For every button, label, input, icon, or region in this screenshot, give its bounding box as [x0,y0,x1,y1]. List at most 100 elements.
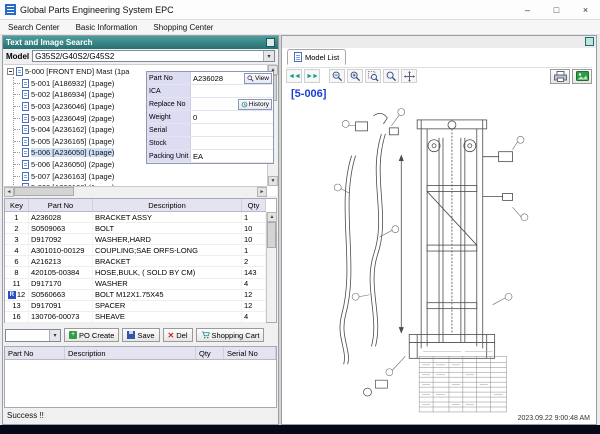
tree-item[interactable]: 5-007 [A236163] (1page) [6,170,265,182]
cell-key: 6 [5,256,29,267]
model-row: Model ▾ [3,49,278,63]
table-row[interactable]: 8 420105-00384 HOSE,BULK, ( SOLD BY CM) 143 [5,267,266,279]
menu-basic-information[interactable]: Basic Information [76,23,138,32]
column-header-key[interactable]: Key [5,199,29,211]
delete-button[interactable]: ✕ Del [162,328,193,342]
cell-qty: 10 [242,223,266,234]
document-icon [22,148,29,158]
panel-options-icon[interactable] [266,38,275,47]
scroll-up-icon[interactable]: ▲ [267,212,277,222]
shopping-cart-button[interactable]: Shopping Cart [195,328,265,342]
column-header-qty[interactable]: Qty [242,199,266,211]
table-row[interactable]: 4 A301010-00129 COUPLING;SAE ORFS-LONG 1 [5,245,266,257]
tree-item-label: 5-006 [A236050] (2page) [31,160,115,170]
cell-key: 8 [5,267,29,278]
column-header-part-no[interactable]: Part No [29,199,93,211]
cell-key: 16 [5,311,29,322]
chevron-down-icon[interactable]: ▾ [49,329,60,341]
cell-description: BOLT [93,223,242,234]
zoom-in-icon [350,71,360,81]
detail-row: Part No A236028 View [147,72,273,85]
table-row[interactable]: 3 D917092 WASHER,HARD 10 [5,234,266,246]
tree-horizontal-scrollbar[interactable]: ◄ ► [4,186,267,197]
plus-icon: + [69,331,77,339]
combobox-value [6,330,49,341]
text-image-search-panel: Text and Image Search Model ▾ 5-000 [FRO… [2,35,279,425]
zoom-fit-button[interactable] [383,69,399,83]
filter-combobox[interactable]: ▾ [5,328,61,342]
table-row[interactable]: 16 130706-00073 SHEAVE 4 [5,311,266,323]
zoom-in-button[interactable] [347,69,363,83]
printer-icon [553,70,567,82]
cell-qty: 143 [242,267,266,278]
column-header-description[interactable]: Description [93,199,242,211]
print-button[interactable] [550,68,570,84]
cell-description: WASHER,HARD [93,234,242,245]
collapse-icon[interactable] [7,68,14,76]
detail-value: A236028 [193,73,224,83]
cell-part-no: D917091 [29,300,93,311]
close-button[interactable]: × [571,0,600,20]
scroll-thumb[interactable] [267,222,276,248]
scroll-left-icon[interactable]: ◄ [4,187,14,197]
pan-icon [403,70,415,82]
cell-description: SPACER [93,300,242,311]
document-icon [22,160,29,170]
table-row[interactable]: 13 D917091 SPACER 12 [5,300,266,312]
document-icon [22,90,29,100]
scroll-thumb[interactable] [14,187,74,196]
table-row[interactable]: 2 S0509063 BOLT 10 [5,223,266,235]
table-row-highlighted[interactable]: R 12 S0560663 BOLT M12X1.75X45 12 [5,289,266,301]
detail-value: 0 [193,112,198,122]
tree-item-label: 5-004 [A236162] (1page) [31,125,115,135]
zoom-out-button[interactable] [329,69,345,83]
column-header-description[interactable]: Description [65,347,196,359]
model-input[interactable] [33,51,263,61]
column-header-serial-no[interactable]: Serial No [224,347,276,359]
save-button[interactable]: Save [122,328,160,342]
table-row[interactable]: 6 A216213 BRACKET 2 [5,256,266,268]
title-bar: Global Parts Engineering System EPC – □ … [0,0,600,20]
zoom-area-button[interactable] [365,69,381,83]
table-row[interactable]: 11 D917170 WASHER 4 [5,278,266,290]
cell-description: BRACKET [93,256,242,267]
tree-item-label: 5-005 [A236165] (1page) [31,136,115,146]
zoom-fit-icon [386,71,396,81]
prev-page-button[interactable]: ◄◄ [286,69,302,83]
detail-value: EA [193,151,204,161]
detail-label: Stock [147,137,191,149]
maximize-button[interactable]: □ [542,0,571,20]
document-icon [22,78,29,88]
scroll-down-icon[interactable]: ▼ [268,176,278,186]
cell-key: 1 [5,212,29,223]
tree-connector-icon [14,129,20,131]
status-text: Success !! [7,411,44,420]
model-combobox[interactable]: ▾ [32,50,275,62]
cell-key: 3 [5,234,29,245]
detail-value [191,85,273,97]
tree-connector-icon [14,175,20,177]
detail-label: Part No [147,72,191,84]
panel-toggle-icon[interactable] [585,37,594,46]
menu-shopping-center[interactable]: Shopping Center [153,23,213,32]
menu-search-center[interactable]: Search Center [8,23,60,32]
column-header-qty[interactable]: Qty [196,347,224,359]
minimize-button[interactable]: – [513,0,542,20]
tree-connector-icon [14,117,20,119]
table-vertical-scrollbar[interactable]: ▲ ▼ [266,212,277,322]
po-create-button[interactable]: + PO Create [64,328,120,342]
document-icon [22,125,29,135]
scroll-right-icon[interactable]: ► [257,187,267,197]
tab-model-list[interactable]: Model List [287,49,347,65]
chevron-down-icon[interactable]: ▾ [263,51,274,61]
tree-item-label: 5-002 [A186934] (1page) [31,90,115,100]
image-export-button[interactable] [572,68,592,84]
history-button[interactable]: History [237,99,272,110]
next-page-button[interactable]: ►► [304,69,320,83]
table-row[interactable]: 1 A236028 BRACKET ASSY 1 [5,212,266,224]
column-header-part-no[interactable]: Part No [5,347,65,359]
cell-description: WASHER [93,278,242,289]
pan-button[interactable] [401,69,417,83]
tab-model-list-label: Model List [305,52,340,62]
view-button[interactable]: View [244,73,272,84]
